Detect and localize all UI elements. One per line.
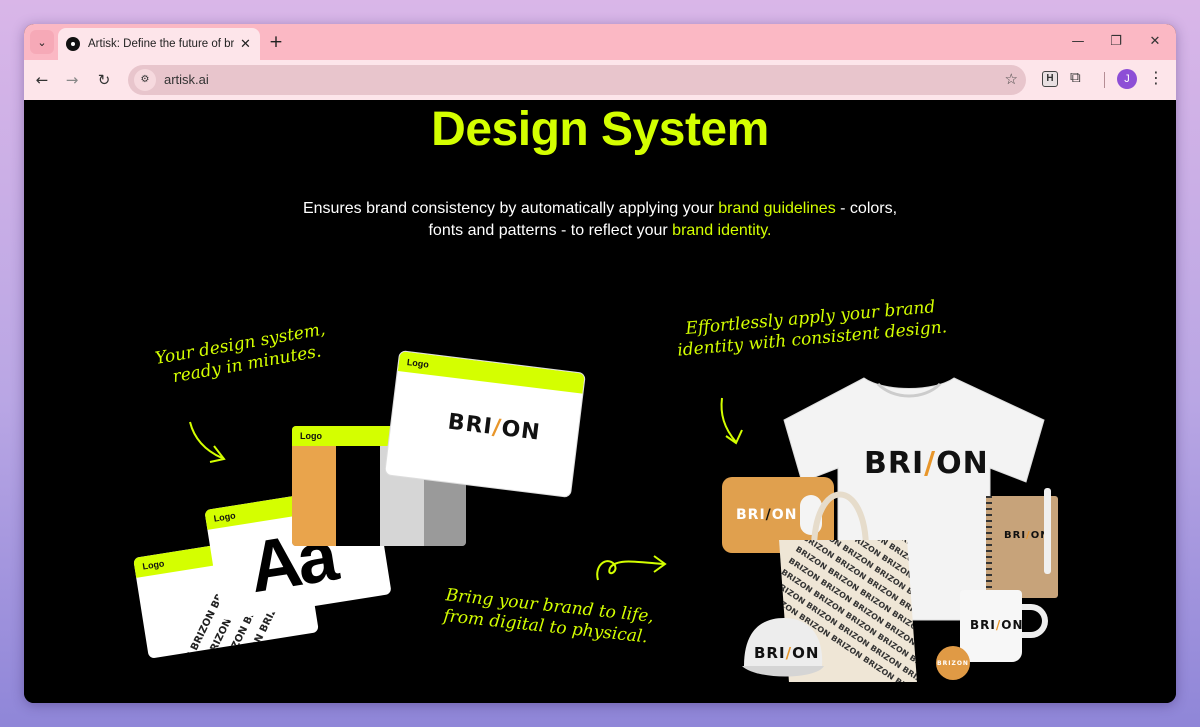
subtitle-highlight-guidelines: brand guidelines xyxy=(718,200,836,217)
tab-search-icon[interactable]: ⌄ xyxy=(30,30,54,54)
browser-window: ⌄ Artisk: Define the future of bran ✕ + … xyxy=(24,24,1176,703)
page-title: Design System xyxy=(431,103,769,156)
brand-post: ON xyxy=(792,644,820,662)
profile-avatar[interactable]: J xyxy=(1117,69,1137,89)
brand-post: ON xyxy=(499,416,542,446)
minimize-button[interactable]: — xyxy=(1067,32,1089,52)
annotation-digital-physical: Bring your brand to life, from digital t… xyxy=(442,585,654,649)
forward-button[interactable]: → xyxy=(60,68,84,92)
black-swatch xyxy=(336,446,380,546)
brand-post: ON xyxy=(936,446,989,481)
subtitle-text-1: Ensures brand consistency by automatical… xyxy=(302,200,719,217)
notebook-spiral xyxy=(986,496,992,598)
address-bar[interactable]: ⚙ artisk.ai ☆ xyxy=(128,65,1026,95)
page-content: Design System Ensures brand consistency … xyxy=(24,100,1176,703)
mug-brand-logo: BRI/ON xyxy=(970,618,1024,632)
badge-mockup: BRIZON xyxy=(936,646,970,680)
orange-swatch xyxy=(292,446,336,546)
active-tab[interactable]: Artisk: Define the future of bran ✕ xyxy=(58,28,260,60)
tab-title: Artisk: Define the future of bran xyxy=(88,38,234,50)
brand-pre: BRI xyxy=(1004,530,1027,541)
browser-toolbar: ← → ↻ ⚙ artisk.ai ☆ H ⧉ J ⋮ xyxy=(24,60,1176,100)
cap-brand-logo: BRI/ON xyxy=(754,644,819,662)
close-window-button[interactable]: ✕ xyxy=(1144,32,1166,52)
new-tab-button[interactable]: + xyxy=(266,32,286,52)
brand-slash: / xyxy=(924,446,937,481)
browser-menu-icon[interactable]: ⋮ xyxy=(1148,68,1164,87)
badge-brand-logo: BRIZON xyxy=(937,659,969,667)
annotation-design-system: Your design system, ready in minutes. xyxy=(154,319,331,390)
brand-pre: BRI xyxy=(446,409,495,440)
notebook-mockup: BRI/ON xyxy=(986,488,1058,598)
pen-mockup xyxy=(1044,488,1051,574)
extension-h-icon[interactable]: H xyxy=(1042,71,1058,87)
logo-card: Logo BRI/ON xyxy=(385,351,585,497)
annotation-brand-identity: Effortlessly apply your brand identity w… xyxy=(675,296,948,361)
tote-handle xyxy=(811,491,869,550)
mug-mockup: BRI/ON xyxy=(960,590,1022,662)
bookmark-star-icon[interactable]: ☆ xyxy=(1005,70,1018,88)
mousepad-brand-logo: BRI/ON xyxy=(736,507,797,523)
extensions-puzzle-icon[interactable]: ⧉ xyxy=(1070,68,1081,86)
restore-button[interactable]: ❐ xyxy=(1105,32,1127,52)
back-button[interactable]: ← xyxy=(30,68,54,92)
brand-logo: BRI/ON xyxy=(446,410,541,446)
brand-pre: BRI xyxy=(754,644,786,662)
down-arrow-icon xyxy=(720,397,743,445)
tshirt-brand-logo: BRI/ON xyxy=(864,446,989,481)
card-logo-label: Logo xyxy=(397,351,585,394)
page-subtitle: Ensures brand consistency by automatical… xyxy=(300,198,900,242)
toolbar-divider xyxy=(1104,72,1105,88)
reload-button[interactable]: ↻ xyxy=(92,68,116,92)
subtitle-highlight-identity: brand identity. xyxy=(672,222,772,239)
loop-arrow-icon xyxy=(596,555,667,581)
artisk-favicon-icon xyxy=(66,37,80,51)
curved-arrow-icon xyxy=(189,421,226,463)
close-tab-icon[interactable]: ✕ xyxy=(240,37,251,52)
site-info-icon[interactable]: ⚙ xyxy=(134,69,156,91)
brand-pre: BRI xyxy=(970,618,996,632)
brand-post: ON xyxy=(771,507,798,523)
brand-pre: BRI xyxy=(736,507,766,523)
url-text[interactable]: artisk.ai xyxy=(164,72,209,87)
brand-post: ON xyxy=(1001,618,1024,632)
tab-strip: ⌄ Artisk: Define the future of bran ✕ + … xyxy=(24,24,1176,60)
notebook-brand-logo: BRI/ON xyxy=(1004,530,1050,541)
